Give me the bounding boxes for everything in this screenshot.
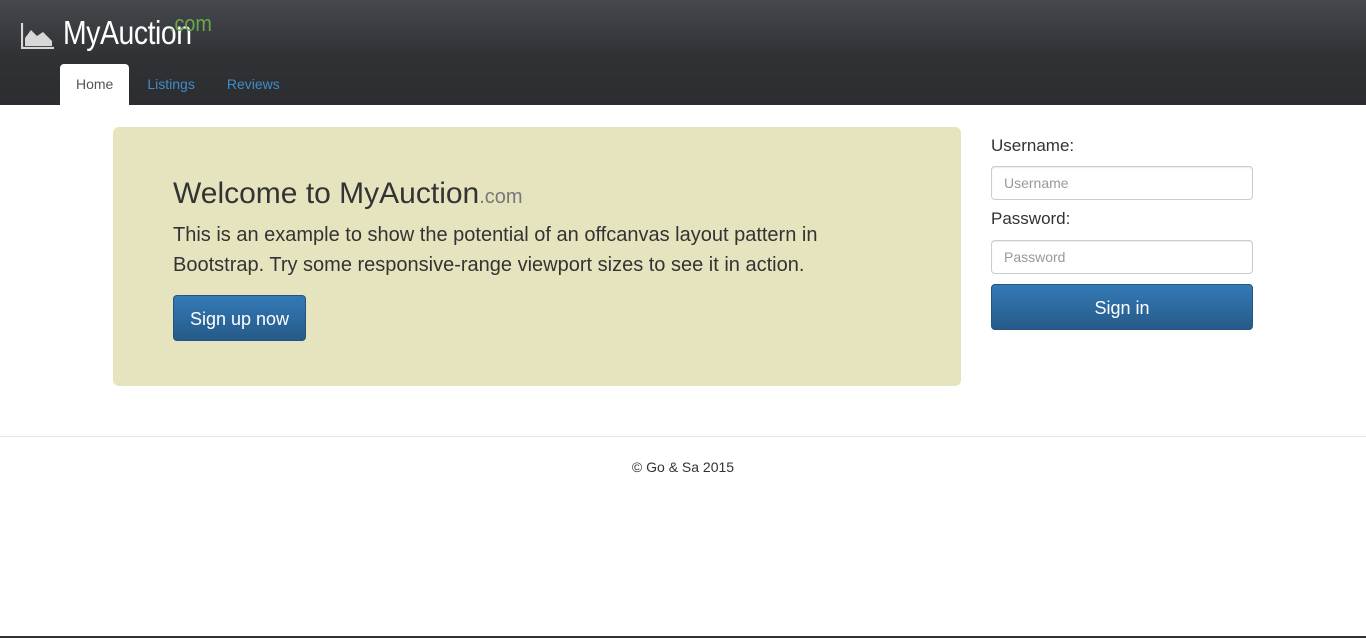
password-input[interactable] (991, 240, 1253, 274)
tab-listings[interactable]: Listings (131, 64, 210, 105)
footer-copyright: © Go & Sa 2015 (631, 459, 735, 475)
username-label: Username: (991, 136, 1075, 155)
area-chart-icon (21, 23, 54, 49)
main-nav: Home Listings Reviews (60, 64, 296, 105)
welcome-title-suffix: .com (479, 186, 523, 208)
username-input[interactable] (991, 166, 1253, 200)
welcome-title-text: Welcome to MyAuction (173, 177, 480, 210)
sign-in-button[interactable]: Sign in (991, 284, 1253, 330)
password-label: Password: (991, 209, 1071, 228)
welcome-text: This is an example to show the potential… (173, 224, 818, 276)
welcome-title: Welcome to MyAuction.com (173, 175, 523, 216)
brand-suffix: .com (169, 11, 212, 36)
footer-divider (0, 436, 1366, 437)
login-form: Username: Password: Sign in (991, 134, 1253, 330)
sign-up-button[interactable]: Sign up now (173, 295, 306, 341)
welcome-jumbotron: Welcome to MyAuction.com This is an exam… (113, 127, 961, 386)
top-header: MyAuction .com Home Listings Reviews (0, 0, 1366, 105)
tab-home[interactable]: Home (60, 64, 130, 105)
tab-reviews[interactable]: Reviews (211, 64, 296, 105)
